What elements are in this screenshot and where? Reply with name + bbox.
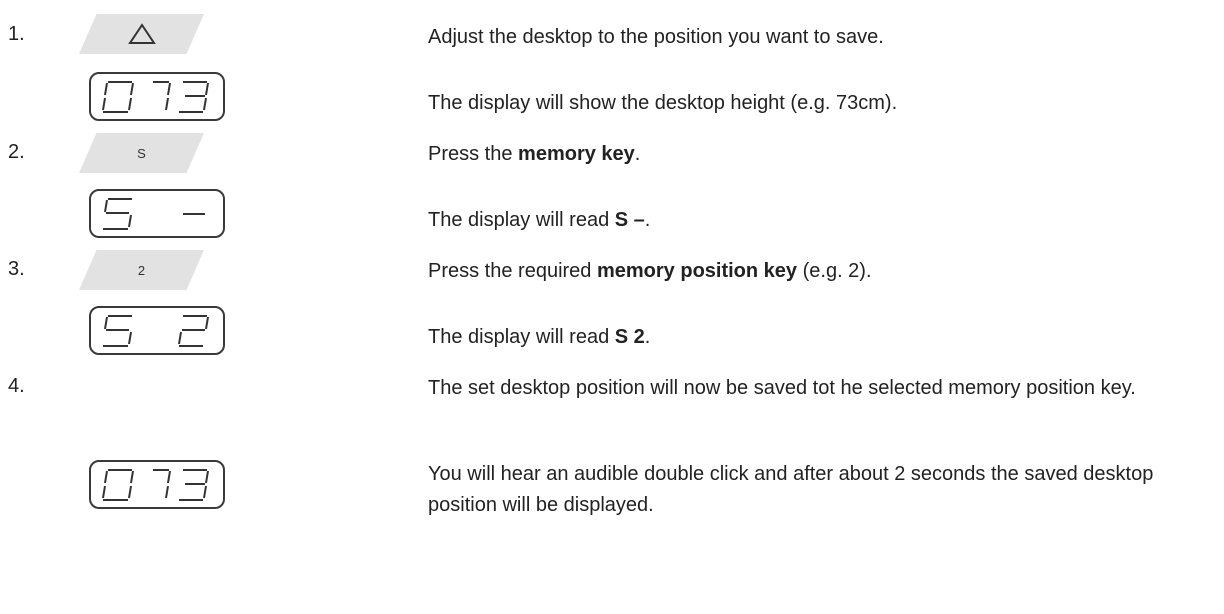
display-S-dash xyxy=(89,189,225,238)
seven-segment-display-073 xyxy=(102,81,209,113)
step-4-action: The set desktop position will now be sav… xyxy=(428,377,1136,399)
memory-position-key-label: 2 xyxy=(137,262,146,278)
step-number-2: 2. xyxy=(8,141,25,163)
seven-segment-display-S-2 xyxy=(103,315,209,347)
memory-position-key-2: 2 xyxy=(79,250,204,290)
step-number-3: 3. xyxy=(8,258,25,280)
memory-key-label: S xyxy=(137,145,146,161)
seven-segment-display-073 xyxy=(102,469,209,501)
step-2-action: Press the memory key. xyxy=(428,143,641,165)
step-1-result: The display will show the desktop height… xyxy=(428,92,898,114)
step-3-result: The display will read S 2. xyxy=(428,326,651,348)
step-number-4: 4. xyxy=(8,375,25,397)
seven-segment-display-S-dash xyxy=(103,198,205,230)
display-S-2 xyxy=(89,306,225,355)
step-1-action: Adjust the desktop to the position you w… xyxy=(428,26,884,48)
up-key xyxy=(79,14,204,54)
step-2-result: The display will read S –. xyxy=(428,209,651,231)
memory-key: S xyxy=(79,133,204,173)
step-4-result: You will hear an audible double click an… xyxy=(428,463,1154,516)
display-073-final xyxy=(89,460,225,509)
display-073 xyxy=(89,72,225,121)
step-3-action: Press the required memory position key (… xyxy=(428,260,872,282)
step-number-1: 1. xyxy=(8,23,25,45)
triangle-up-icon xyxy=(127,23,156,44)
